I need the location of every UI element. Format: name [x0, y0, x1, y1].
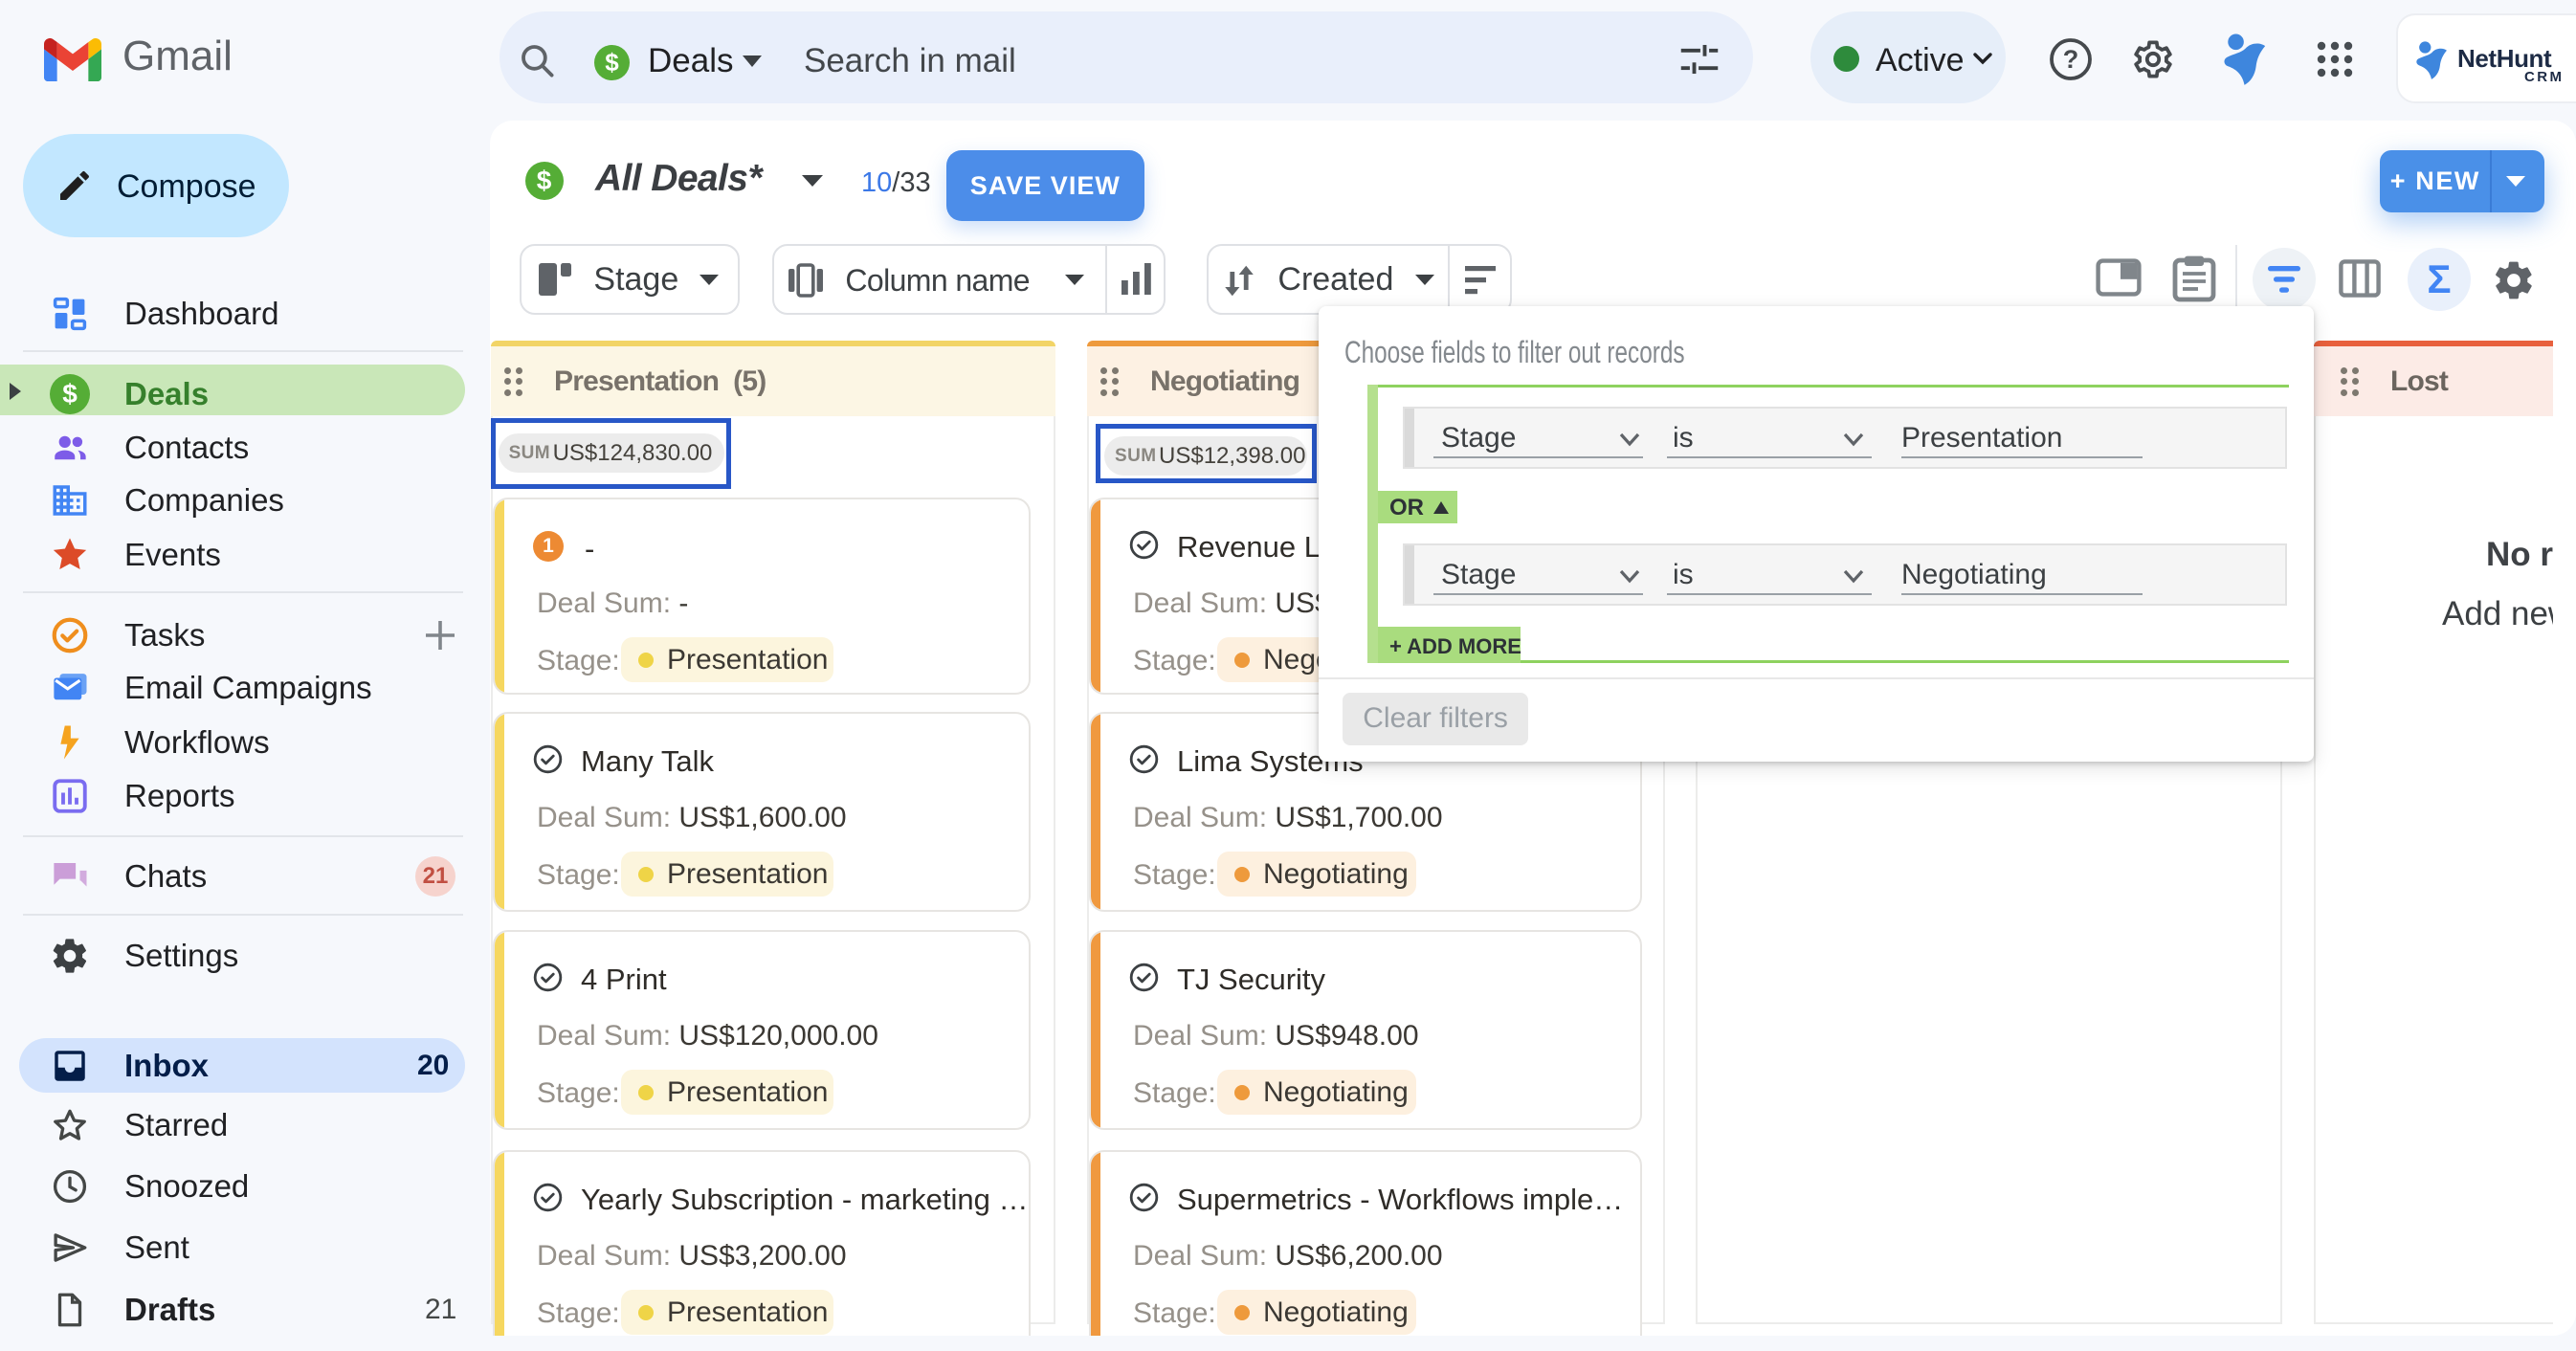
svg-text:?: ? — [2063, 45, 2079, 74]
